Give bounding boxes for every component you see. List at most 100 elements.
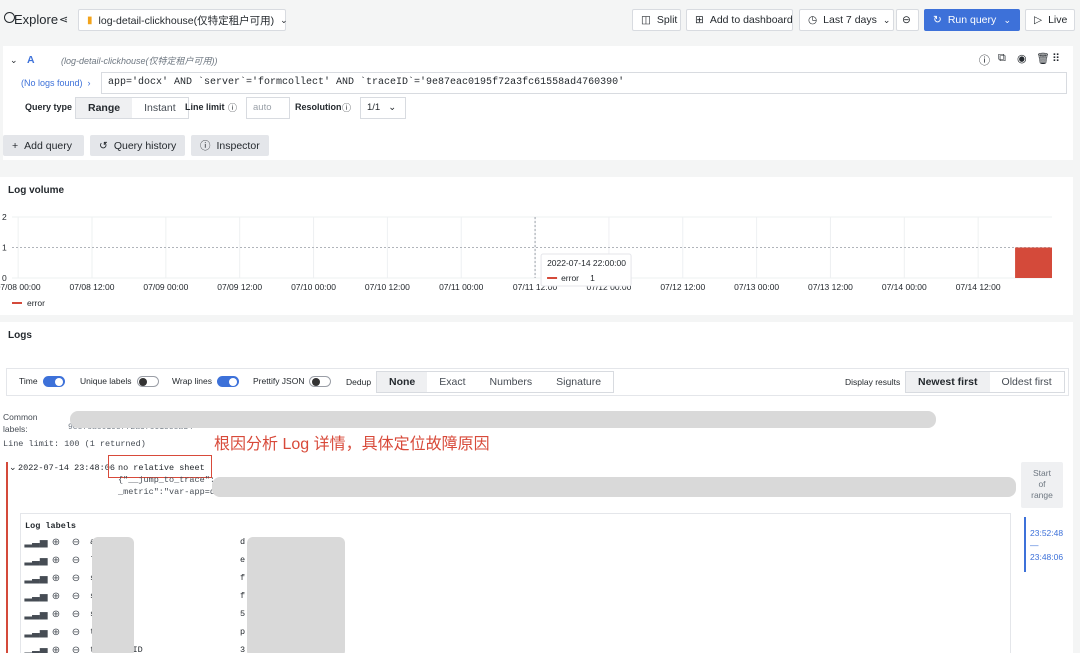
split-button[interactable]: ◫ Split [632, 9, 681, 31]
x-tick-label: 07/10 00:00 [291, 282, 336, 292]
time-range-picker[interactable]: ◷ Last 7 days ⌄ [799, 9, 894, 31]
query-ref-id[interactable]: A [27, 54, 35, 66]
log-label-value: f [240, 573, 246, 583]
redacted-region [212, 477, 1016, 497]
share-icon[interactable]: ⋖ [59, 13, 68, 26]
log-label-row: ▂▃▅⊕⊖t [24, 626, 95, 638]
query-type-toggle[interactable]: Range Instant [75, 97, 189, 119]
log-browser-button[interactable]: (No logs found) › [21, 72, 91, 94]
stats-icon[interactable]: ▂▃▅ [24, 536, 47, 548]
expand-row-icon[interactable]: ⌄ [9, 462, 17, 473]
chevron-down-icon: ⌄ [882, 14, 891, 25]
chevron-down-icon: ⌄ [388, 102, 397, 113]
tooltip-value: 1 [590, 273, 595, 283]
stats-icon[interactable]: ▂▃▅ [24, 644, 47, 653]
zoom-in-icon[interactable]: ⊕ [50, 554, 62, 566]
live-button[interactable]: ▷ Live [1025, 9, 1075, 31]
redacted-region [247, 537, 345, 653]
y-tick-label: 1 [2, 243, 7, 253]
resolution-select[interactable]: 1/1 ⌄ [360, 97, 406, 119]
wrap-lines-toggle[interactable]: Wrap lines [172, 376, 239, 388]
tooltip-series-name: error [561, 273, 579, 283]
run-query-button[interactable]: ↻ Run query ⌄ [924, 9, 1020, 31]
dedup-option-none[interactable]: None [377, 372, 428, 392]
chevron-down-icon: ⌄ [280, 14, 288, 25]
zoom-out-icon[interactable]: ⊖ [70, 554, 82, 566]
log-label-value: e [240, 555, 246, 565]
prettify-json-toggle[interactable]: Prettify JSON [253, 376, 332, 388]
time-switch[interactable] [42, 376, 65, 388]
zoom-out-icon[interactable]: ⊖ [70, 644, 82, 653]
logs-options-bar: Time Unique labels Wrap lines Prettify J… [6, 368, 1069, 396]
zoom-out-icon[interactable]: ⊖ [70, 572, 82, 584]
inspector-button[interactable]: ⓘ Inspector [191, 135, 269, 156]
datasource-picker[interactable]: ▮ log-detail-clickhouse(仅特定租户可用) ⌄ [78, 9, 288, 31]
sort-order-toggle[interactable]: Newest first Oldest first [905, 371, 1065, 393]
time-toggle[interactable]: Time [19, 376, 65, 388]
info-icon: ⓘ [200, 140, 211, 152]
log-volume-panel: Log volume 07/08 00:00 07/08 12:00 07/09 0… [0, 177, 1073, 315]
trash-icon[interactable]: 🗑 [1036, 52, 1050, 65]
newest-first-option[interactable]: Newest first [906, 372, 990, 392]
eye-icon[interactable]: ◉ [1017, 52, 1027, 65]
dedup-option-numbers[interactable]: Numbers [478, 372, 545, 392]
instant-option[interactable]: Instant [132, 98, 188, 118]
log-volume-chart: 07/08 00:00 07/08 12:00 07/09 00:00 07/09 1… [0, 212, 1052, 308]
zoom-in-icon[interactable]: ⊕ [50, 608, 62, 620]
add-query-button[interactable]: + Add query [3, 135, 84, 156]
stats-icon[interactable]: ▂▃▅ [24, 590, 47, 602]
oldest-first-option[interactable]: Oldest first [990, 372, 1064, 392]
stats-icon[interactable]: ▂▃▅ [24, 572, 47, 584]
zoom-out-icon[interactable]: ⊖ [70, 608, 82, 620]
unique-labels-toggle[interactable]: Unique labels [80, 376, 159, 388]
start-of-range-button[interactable]: Start of range [1021, 462, 1063, 508]
log-label-row: ▂▃▅⊕⊖s [24, 608, 95, 620]
line-limit-input[interactable]: auto [246, 97, 290, 119]
prettify-json-switch[interactable] [309, 376, 332, 388]
drag-handle-icon[interactable]: ⠿ [1052, 52, 1060, 65]
zoom-out-icon[interactable]: ⊖ [70, 536, 82, 548]
log-row-level-bar [6, 462, 8, 653]
zoom-in-icon[interactable]: ⊕ [50, 536, 62, 548]
zoom-in-icon[interactable]: ⊕ [50, 572, 62, 584]
log-labels-title: Log labels [25, 521, 77, 531]
dedup-toggle[interactable]: None Exact Numbers Signature [376, 371, 615, 393]
query-history-button[interactable]: ↺ Query history [90, 135, 185, 156]
zoom-out-icon: ⊖ [902, 14, 911, 26]
zoom-out-icon[interactable]: ⊖ [70, 626, 82, 638]
x-tick-label: 07/14 12:00 [956, 282, 1001, 292]
zoom-in-icon[interactable]: ⊕ [50, 590, 62, 602]
copy-icon[interactable]: ⧉ [998, 52, 1006, 65]
zoom-out-button[interactable]: ⊖ [896, 9, 919, 31]
log-volume-title: Log volume [8, 185, 65, 196]
history-icon: ↺ [99, 139, 108, 152]
split-icon: ◫ [641, 14, 651, 26]
x-tick-label: 07/14 00:00 [882, 282, 927, 292]
query-input[interactable]: app='docx' AND `server`='formcollect' AN… [101, 72, 1067, 94]
log-label-value: p [240, 627, 246, 637]
range-marker [1024, 517, 1026, 572]
range-option[interactable]: Range [76, 98, 133, 118]
dedup-option-exact[interactable]: Exact [427, 372, 477, 392]
log-row-timestamp[interactable]: 2022-07-14 23:48:06 [18, 463, 115, 473]
add-to-dashboard-button[interactable]: ⊞ Add to dashboard [686, 9, 793, 31]
logs-panel: Logs Time Unique labels Wrap lines Prett… [0, 322, 1073, 653]
zoom-in-icon[interactable]: ⊕ [50, 626, 62, 638]
wrap-lines-switch[interactable] [217, 376, 239, 388]
dedup-option-signature[interactable]: Signature [544, 372, 613, 392]
stats-icon[interactable]: ▂▃▅ [24, 608, 47, 620]
stats-icon[interactable]: ▂▃▅ [24, 626, 47, 638]
zoom-in-icon[interactable]: ⊕ [50, 644, 62, 653]
x-tick-label: 07/12 12:00 [660, 282, 705, 292]
stats-icon[interactable]: ▂▃▅ [24, 554, 47, 566]
zoom-out-icon[interactable]: ⊖ [70, 590, 82, 602]
log-label-row: ▂▃▅⊕⊖l [24, 554, 95, 566]
help-icon[interactable]: ⓘ [979, 52, 990, 68]
x-tick-label: 07/08 00:00 [0, 282, 41, 292]
dashboard-icon: ⊞ [695, 14, 704, 26]
collapse-chevron-icon[interactable]: ⌄ [10, 55, 18, 66]
unique-labels-switch[interactable] [136, 376, 159, 388]
legend-label-error: error [27, 298, 45, 308]
log-label-value: d [240, 537, 246, 547]
log-row-line2: {"__jump_to_trace": [118, 475, 215, 485]
